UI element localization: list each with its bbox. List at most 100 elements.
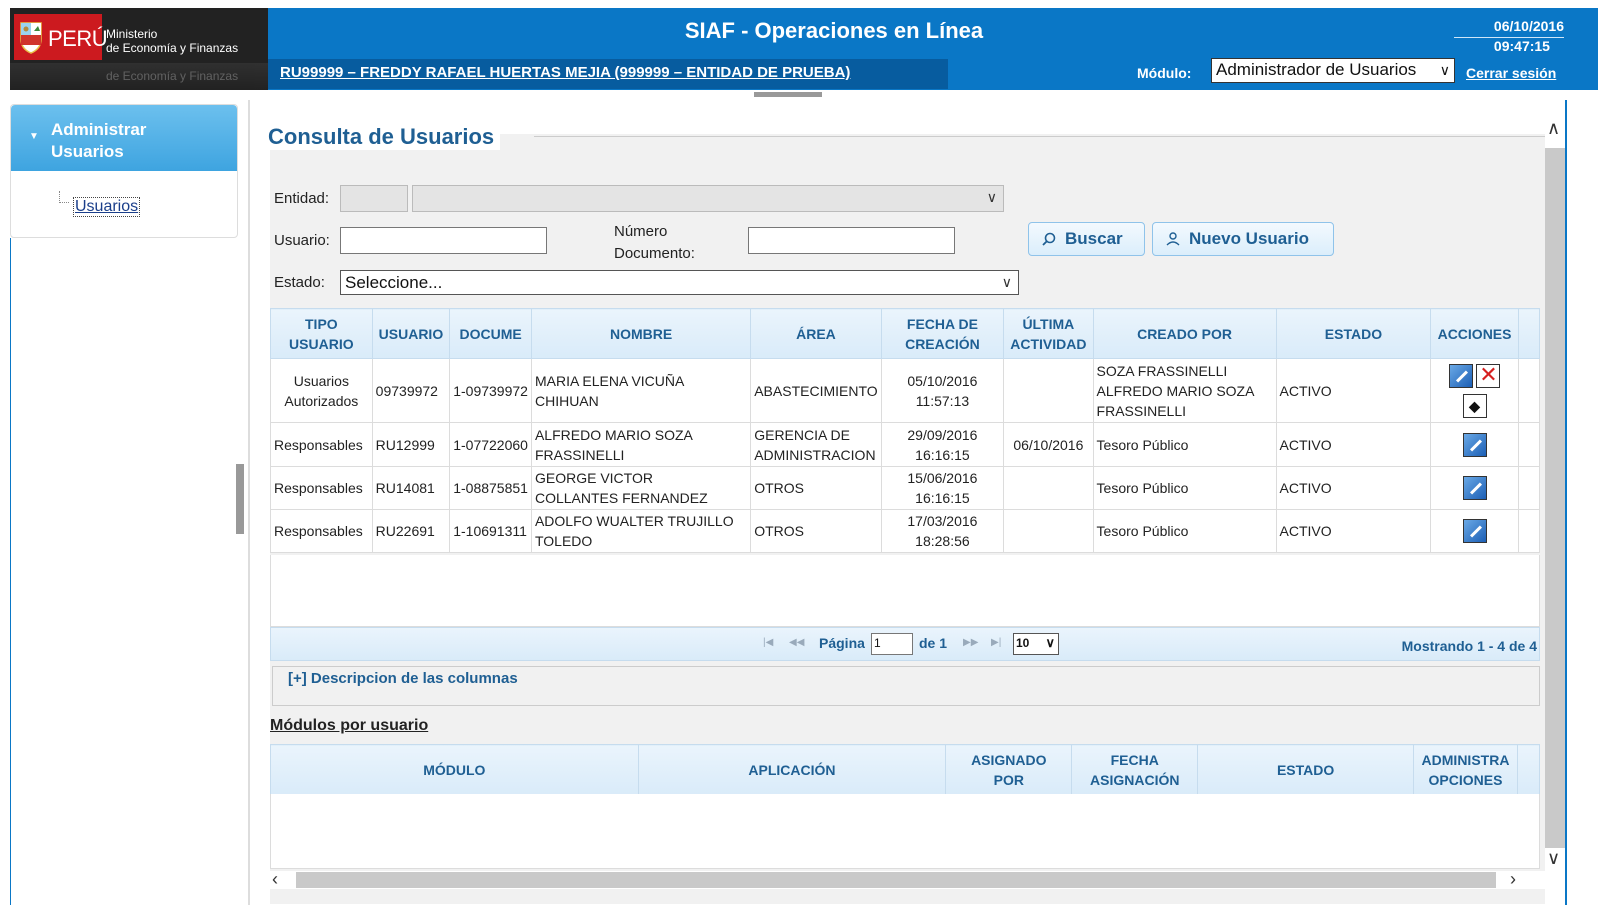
module-select-value: Administrador de Usuarios [1216, 60, 1417, 79]
col-tipo-usuario[interactable]: TIPO USUARIO [270, 308, 373, 359]
panel-splitter[interactable] [236, 464, 244, 534]
header-date: 06/10/2016 [1493, 18, 1564, 34]
table-row[interactable]: Responsables RU22691 1-10691311 ADOLFO W… [270, 509, 1541, 553]
cell-tipo: Usuarios Autorizados [270, 358, 373, 423]
prev-page-icon[interactable]: ◀◀ [789, 637, 804, 648]
cell-creado: SOZA FRASSINELLI ALFREDO MARIO SOZA FRASSI… [1092, 358, 1277, 423]
header-text: CREADO POR [1137, 325, 1232, 342]
table-row[interactable]: Responsables RU14081 1-08875851 GEORGE V… [270, 466, 1541, 510]
col-fecha-asignacion[interactable]: FECHA ASIGNACIÓN [1071, 744, 1199, 795]
usuario-input[interactable] [340, 227, 547, 254]
module-label: Módulo: [1137, 65, 1192, 81]
page-size-select[interactable]: 10 ∨ [1013, 633, 1059, 655]
header-collapse-handle[interactable] [754, 92, 822, 97]
estado-select[interactable]: Seleccione... ∨ [340, 270, 1019, 295]
col-usuario[interactable]: USUARIO [371, 308, 451, 359]
estado-label: Estado: [274, 274, 325, 291]
scroll-left-icon[interactable]: ‹ [272, 869, 278, 890]
cell-ultima [1003, 466, 1094, 510]
col-ultima-actividad[interactable]: ÚLTIMA ACTIVIDAD [1003, 308, 1094, 359]
col-modulo[interactable]: MÓDULO [270, 744, 639, 795]
cell-nombre: GEORGE VICTOR COLLANTES FERNANDEZ [530, 466, 752, 510]
horizontal-scrollbar[interactable]: ‹ › [270, 869, 1545, 890]
col-asignado-por[interactable]: ASIGNADO POR [945, 744, 1073, 795]
table-header-row: MÓDULO APLICACIÓN ASIGNADO POR FECHA ASIGN… [270, 744, 1541, 795]
horizontal-scroll-thumb[interactable] [296, 872, 1496, 888]
cell-nombre: ADOLFO WUALTER TRUJILLO TOLEDO [530, 509, 752, 553]
table-empty-space [270, 555, 1540, 627]
cell-fecha: 05/10/2016 11:57:13 [880, 358, 1005, 423]
col-aplicacion[interactable]: APLICACIÓN [637, 744, 947, 795]
col-creado-por[interactable]: CREADO POR [1092, 308, 1277, 359]
header-text: ACCIONES [1437, 325, 1512, 342]
sidebar: Administrar Usuarios ▼ Usuarios [10, 104, 238, 238]
column-description-toggle[interactable]: [+] Descripcion de las columnas [284, 670, 522, 687]
cell-acciones [1430, 509, 1519, 553]
page: PERÚ Ministerio de Economía y Finanzas d… [0, 0, 1598, 905]
cell-text: Usuarios [293, 372, 349, 389]
cell-text: ALFREDO MARIO SOZA [534, 426, 693, 443]
header-text: ÚLTIMA [1022, 315, 1075, 332]
tag-icon[interactable]: ◆ [1462, 393, 1487, 418]
cell-acciones [1430, 466, 1519, 510]
buscar-label: Buscar [1065, 229, 1123, 248]
col-area[interactable]: ÁREA [750, 308, 882, 359]
col-estado-modulo[interactable]: ESTADO [1197, 744, 1415, 795]
delete-icon[interactable]: ✕ [1476, 363, 1501, 388]
estado-select-value: Seleccione... [345, 273, 443, 292]
cell-usuario: RU14081 [371, 466, 451, 510]
module-select[interactable]: Administrador de Usuarios ∨ [1211, 58, 1455, 83]
cell-fecha: 29/09/2016 16:16:15 [880, 422, 1005, 467]
nuevo-usuario-button[interactable]: Nuevo Usuario [1152, 222, 1334, 256]
header-text: FECHA DE [906, 315, 978, 332]
col-fecha-creacion[interactable]: FECHA DE CREACIÓN [880, 308, 1005, 359]
chevron-down-icon: ∨ [1045, 635, 1055, 650]
cell-text: GEORGE VICTOR [534, 470, 653, 486]
buscar-button[interactable]: Buscar [1028, 222, 1145, 256]
header-text: ESTADO [1276, 761, 1335, 778]
sidebar-section-header[interactable]: Administrar Usuarios [11, 105, 237, 171]
edit-icon[interactable] [1462, 476, 1487, 500]
table-row[interactable]: Usuarios Autorizados 09739972 1-09739972 … [270, 358, 1541, 423]
app-title: SIAF - Operaciones en Línea [684, 18, 984, 43]
next-page-icon[interactable]: ▶▶ [963, 637, 978, 648]
first-page-icon[interactable]: |◀ [763, 637, 773, 648]
modules-table-empty [270, 794, 1540, 869]
col-estado[interactable]: ESTADO [1275, 308, 1432, 359]
right-border [1565, 100, 1567, 905]
col-administra-opciones[interactable]: ADMINISTRA OPCIONES [1413, 744, 1518, 795]
table-row[interactable]: Responsables RU12999 1-07722060 ALFREDO … [270, 422, 1541, 467]
col-spacer [1517, 308, 1541, 359]
cell-ultima [1003, 509, 1094, 553]
header-text: POR [993, 771, 1024, 788]
last-page-icon[interactable]: ▶| [991, 637, 1001, 648]
logout-link[interactable]: Cerrar sesión [1466, 65, 1556, 81]
page-number-input[interactable]: 1 [871, 633, 913, 655]
edit-icon[interactable] [1448, 363, 1473, 388]
page-title: Consulta de Usuarios [268, 124, 501, 150]
header-text: CREACIÓN [905, 335, 980, 352]
vertical-scrollbar[interactable]: ∧ ∨ [1545, 118, 1565, 870]
table-header-row: TIPO USUARIO USUARIO DOCUME NOMBRE ÁREA F… [270, 308, 1541, 359]
scroll-down-icon[interactable]: ∨ [1547, 848, 1560, 869]
edit-icon[interactable] [1462, 519, 1487, 543]
cell-estado: ACTIVO [1275, 358, 1432, 423]
cell-acciones [1430, 422, 1519, 467]
search-icon [1042, 232, 1056, 246]
cell-text: 18:28:56 [915, 533, 970, 549]
users-table: TIPO USUARIO USUARIO DOCUME NOMBRE ÁREA F… [270, 308, 1541, 553]
scroll-up-icon[interactable]: ∧ [1547, 118, 1560, 139]
cell-area: GERENCIA DE ADMINISTRACION [750, 422, 882, 467]
edit-icon[interactable] [1462, 432, 1487, 457]
page-label: Página [819, 635, 865, 651]
cell-creado: Tesoro Público [1092, 466, 1277, 510]
current-user-link[interactable]: RU99999 – FREDDY RAFAEL HUERTAS MEJIA (9… [280, 64, 850, 81]
scroll-right-icon[interactable]: › [1510, 869, 1516, 890]
col-nombre[interactable]: NOMBRE [530, 308, 752, 359]
numdoc-input[interactable] [748, 227, 955, 254]
cell-text: CHIHUAN [534, 392, 599, 409]
cell-text: ADMINISTRACION [754, 446, 876, 463]
vertical-scroll-thumb[interactable] [1545, 148, 1565, 848]
sidebar-item-usuarios[interactable]: Usuarios [73, 197, 141, 217]
col-documento[interactable]: DOCUME [449, 308, 532, 359]
